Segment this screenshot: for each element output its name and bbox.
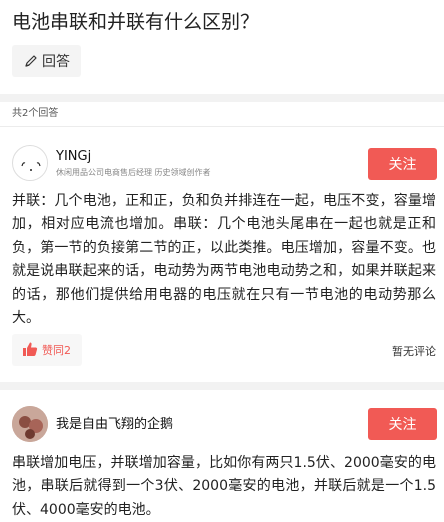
question-section: 电池串联和并联有什么区别？ 回答: [0, 0, 444, 94]
answer-divider: [0, 382, 444, 390]
answer-item: YINGj 休闲用品公司电商售后经理 历史领域创作者 关注 并联：几个电池，正和…: [0, 127, 444, 382]
answer-body: 串联增加电压，并联增加容量，比如你有两只1.5伏、2000毫安的电池，串联后就得…: [12, 455, 436, 518]
thumbs-up-icon: [22, 341, 38, 360]
author-name[interactable]: YINGj: [56, 149, 91, 165]
comment-status[interactable]: 暂无评论: [392, 343, 436, 359]
author-title: 休闲用品公司电商售后经理 历史领域创作者: [56, 168, 211, 177]
section-divider: [0, 94, 444, 102]
answer-button-label: 回答: [42, 54, 70, 70]
pencil-icon: [24, 54, 38, 68]
follow-button[interactable]: 关注: [368, 148, 437, 180]
question-title: 电池串联和并联有什么区别？: [12, 11, 260, 33]
like-button[interactable]: 赞同2: [12, 334, 82, 366]
like-count: 赞同2: [42, 344, 71, 357]
answer-body: 并联：几个电池，正和正，负和负并排连在一起，电压不变，容量增加，相对应电流也增加…: [12, 193, 436, 327]
avatar[interactable]: [12, 406, 48, 442]
answer-item: 我是自由飞翔的企鹅 关注 串联增加电压，并联增加容量，比如你有两只1.5伏、20…: [0, 390, 444, 522]
follow-button[interactable]: 关注: [368, 408, 437, 440]
avatar[interactable]: [12, 145, 48, 181]
answer-button[interactable]: 回答: [12, 45, 81, 77]
answer-count: 共2个回答: [12, 108, 59, 119]
author-name[interactable]: 我是自由飞翔的企鹅: [56, 417, 173, 433]
